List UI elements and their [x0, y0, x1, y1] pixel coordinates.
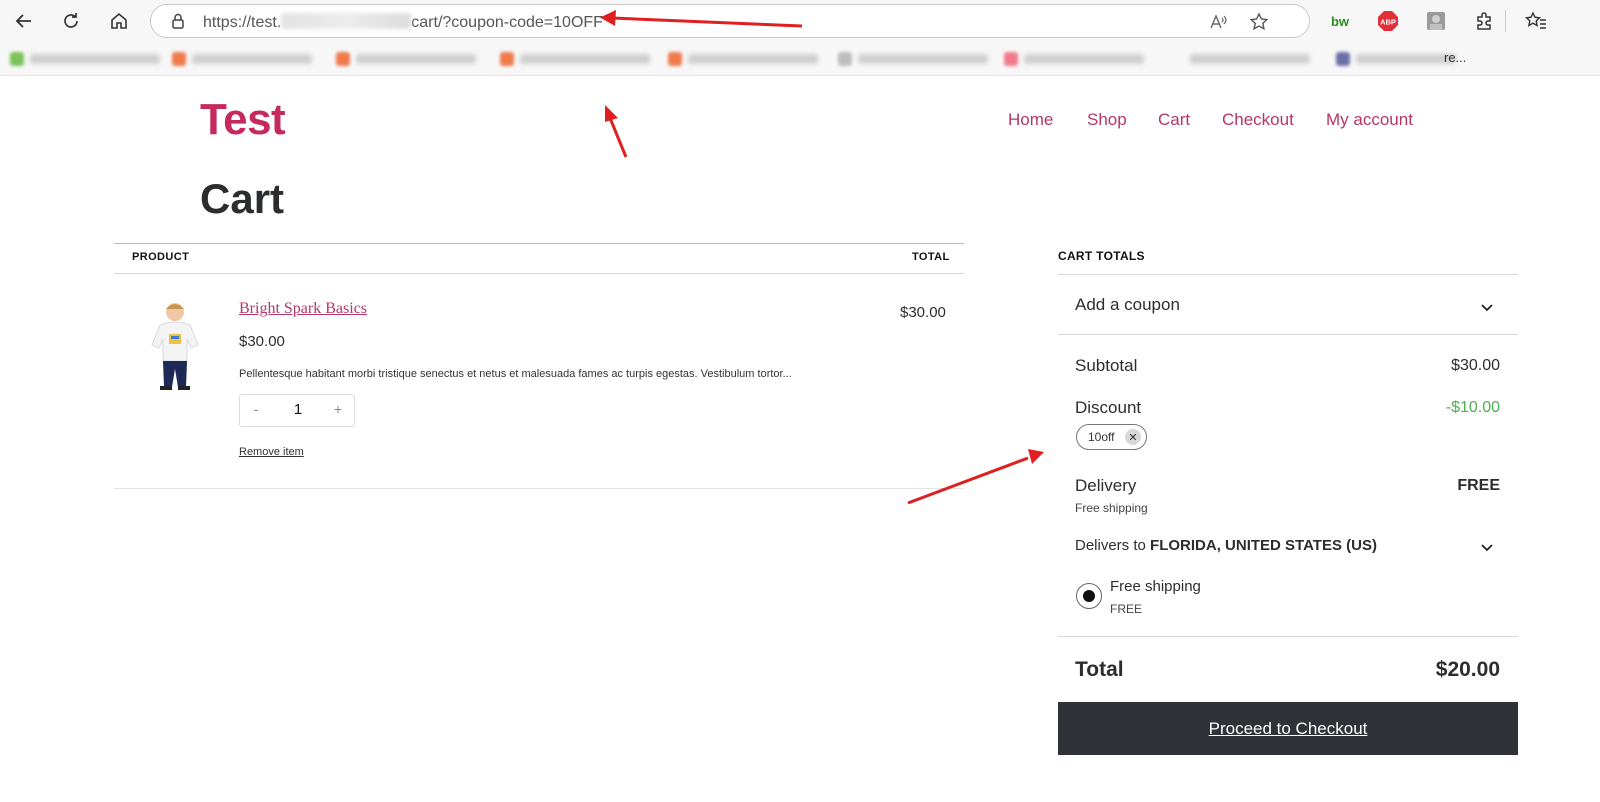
bookmarks-bar	[0, 42, 1600, 76]
radio-selected-dot	[1083, 590, 1095, 602]
delivery-label: Delivery	[1075, 476, 1137, 495]
total-value: $20.00	[1435, 658, 1500, 681]
header-total: TOTAL	[912, 251, 950, 263]
browser-toolbar: https://test. cart/?coupon-code=10OFF bw …	[0, 0, 1600, 42]
remove-coupon-icon[interactable]: ✕	[1125, 429, 1141, 445]
subtotal-value: $30.00	[1451, 357, 1500, 374]
header-product: PRODUCT	[132, 251, 190, 263]
url-redacted	[281, 13, 412, 29]
url-text[interactable]: https://test. cart/?coupon-code=10OFF	[203, 13, 603, 32]
toolbar-divider	[1505, 10, 1506, 32]
nav-shop[interactable]: Shop	[1087, 110, 1127, 130]
product-image[interactable]	[140, 298, 210, 392]
product-description: Pellentesque habitant morbi tristique se…	[239, 368, 792, 380]
shipping-option-price: FREE	[1110, 602, 1143, 616]
coupon-code: 10off	[1088, 430, 1115, 444]
product-price: $30.00	[239, 333, 285, 350]
home-icon[interactable]	[106, 8, 132, 34]
url-prefix: https://test.	[203, 14, 282, 31]
increase-quantity-button[interactable]: +	[328, 401, 348, 417]
nav-my-account[interactable]: My account	[1326, 110, 1413, 130]
address-bar[interactable]: https://test. cart/?coupon-code=10OFF	[150, 4, 1310, 38]
delivers-to-prefix: Delivers to	[1075, 537, 1146, 554]
table-bottom-border	[114, 488, 964, 489]
total-label: Total	[1075, 658, 1124, 681]
table-header-border	[114, 273, 964, 274]
delivers-to[interactable]: Delivers to FLORIDA, UNITED STATES (US)	[1075, 537, 1377, 554]
url-suffix: cart/?coupon-code=10OFF	[411, 14, 603, 31]
shipping-option-label[interactable]: Free shipping	[1110, 578, 1201, 595]
site-title[interactable]: Test	[200, 95, 286, 145]
subtotal-label: Subtotal	[1075, 356, 1138, 375]
proceed-to-checkout-button[interactable]: Proceed to Checkout	[1058, 702, 1518, 755]
refresh-icon[interactable]	[58, 8, 84, 34]
adblock-extension-icon[interactable]: ABP	[1376, 9, 1400, 33]
totals-divider	[1058, 274, 1518, 275]
nav-checkout[interactable]: Checkout	[1222, 110, 1294, 130]
delivery-value: FREE	[1457, 477, 1500, 494]
bookmark-item[interactable]	[1190, 51, 1310, 67]
decrease-quantity-button[interactable]: -	[246, 401, 266, 417]
cart-totals-heading: CART TOTALS	[1058, 249, 1145, 263]
svg-text:ABP: ABP	[1380, 18, 1396, 27]
page-title: Cart	[200, 175, 285, 222]
page-content: Test Home Shop Cart Checkout My account …	[0, 78, 1600, 802]
totals-divider	[1058, 636, 1518, 637]
nav-cart[interactable]: Cart	[1158, 110, 1190, 130]
bw-extension-icon[interactable]: bw	[1328, 9, 1352, 33]
profile-extension-icon[interactable]	[1424, 9, 1448, 33]
bookmark-item[interactable]	[336, 51, 476, 67]
bookmark-item[interactable]	[10, 51, 160, 67]
lock-icon[interactable]	[169, 12, 187, 30]
favorite-star-icon[interactable]	[1248, 11, 1270, 33]
totals-divider	[1058, 334, 1518, 335]
product-name-link[interactable]: Bright Spark Basics	[239, 300, 367, 318]
back-icon[interactable]	[11, 8, 37, 34]
chevron-down-icon[interactable]	[1480, 539, 1494, 553]
bookmark-item[interactable]	[1336, 51, 1456, 67]
remove-item-link[interactable]: Remove item	[239, 446, 304, 458]
nav-home[interactable]: Home	[1008, 110, 1053, 130]
chevron-down-icon[interactable]	[1480, 299, 1494, 313]
applied-coupon-chip: 10off ✕	[1076, 424, 1147, 450]
bookmark-item[interactable]	[838, 51, 988, 67]
discount-label: Discount	[1075, 398, 1142, 417]
bookmark-item[interactable]	[668, 51, 818, 67]
add-coupon-toggle[interactable]: Add a coupon	[1075, 295, 1180, 315]
bookmark-label-tail[interactable]: re...	[1444, 50, 1466, 65]
quantity-input[interactable]: 1	[280, 401, 316, 418]
line-total: $30.00	[900, 304, 946, 321]
bookmark-item[interactable]	[1004, 51, 1144, 67]
delivery-note: Free shipping	[1075, 501, 1148, 515]
discount-value: -$10.00	[1445, 399, 1500, 416]
bookmark-item[interactable]	[500, 51, 650, 67]
quantity-stepper: - 1 +	[239, 394, 355, 427]
bookmark-item[interactable]	[172, 51, 312, 67]
table-top-border	[114, 243, 964, 244]
shipping-radio[interactable]	[1076, 583, 1102, 609]
delivers-to-location: FLORIDA, UNITED STATES (US)	[1150, 537, 1377, 554]
read-aloud-icon[interactable]	[1207, 11, 1229, 33]
favorites-icon[interactable]	[1524, 9, 1548, 33]
extensions-icon[interactable]	[1472, 9, 1496, 33]
